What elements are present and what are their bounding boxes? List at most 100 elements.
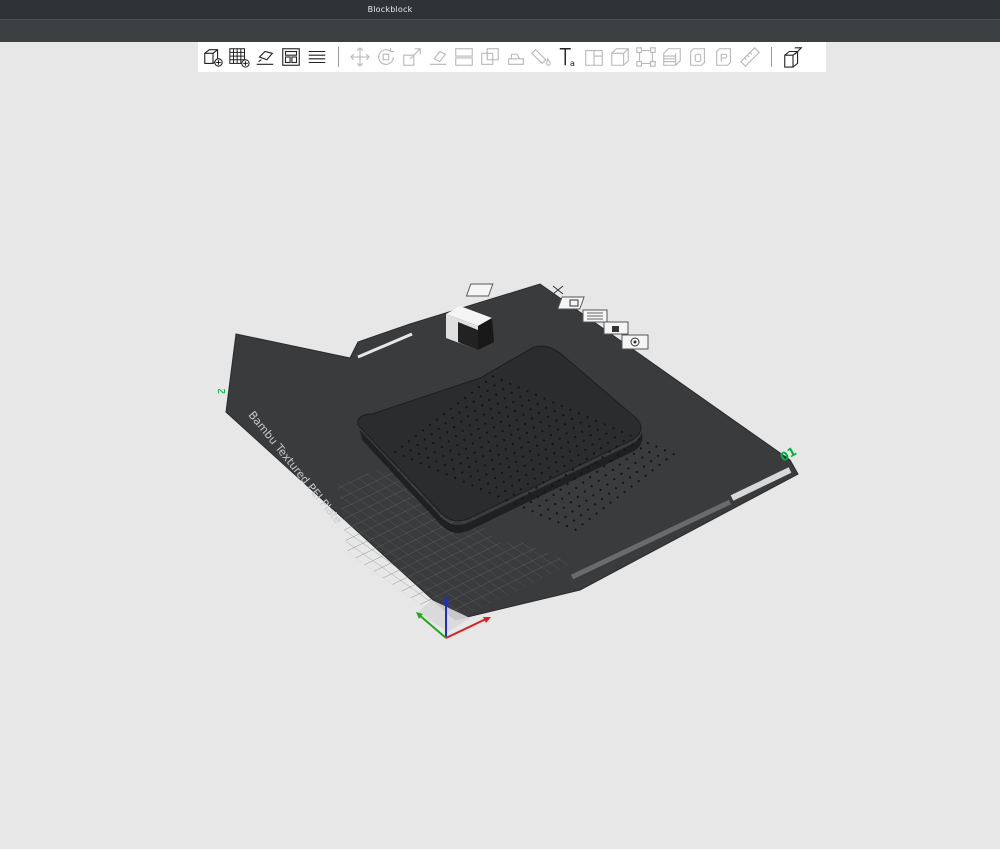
hole xyxy=(470,391,474,394)
hole xyxy=(665,458,668,461)
hole xyxy=(581,430,584,433)
plate-settings-icon[interactable] xyxy=(621,334,649,350)
hole xyxy=(566,483,569,486)
hole xyxy=(603,465,606,468)
boolean-button[interactable] xyxy=(478,44,503,70)
plate-lock-icon[interactable] xyxy=(603,321,629,335)
hole xyxy=(511,442,514,445)
hole xyxy=(484,422,487,425)
support-painting-button[interactable] xyxy=(504,44,529,70)
lay-on-face-button[interactable] xyxy=(426,44,451,70)
hole xyxy=(437,427,440,430)
hole xyxy=(485,473,488,476)
hole xyxy=(545,499,548,502)
ruler-button[interactable] xyxy=(738,44,763,70)
hole xyxy=(604,474,607,477)
hole xyxy=(562,506,565,509)
hole xyxy=(499,462,502,465)
rotate-icon xyxy=(378,47,395,65)
hole xyxy=(589,434,592,437)
hole xyxy=(435,460,438,463)
hole xyxy=(536,495,540,498)
hole xyxy=(481,404,484,407)
add-object-button[interactable] xyxy=(201,44,226,70)
hole xyxy=(599,488,602,491)
3d-viewport[interactable]: Bambu Textured PEI Plate ∿ 01 xyxy=(0,72,1000,849)
hole xyxy=(603,423,606,426)
hole xyxy=(444,422,447,425)
hole xyxy=(596,470,599,473)
text-button[interactable]: a xyxy=(556,44,581,70)
rotate-button[interactable] xyxy=(374,44,399,70)
hole xyxy=(532,426,535,429)
hole xyxy=(445,473,448,476)
scale-icon xyxy=(403,48,421,66)
move-button[interactable] xyxy=(348,44,373,70)
hole xyxy=(418,452,421,456)
hole xyxy=(581,523,584,526)
hole xyxy=(435,418,439,421)
hole xyxy=(551,443,554,446)
split-button[interactable] xyxy=(452,44,477,70)
hole xyxy=(485,431,489,434)
plate-arrange-icon[interactable] xyxy=(582,309,608,323)
assembly-button[interactable] xyxy=(634,44,659,70)
hole xyxy=(562,414,565,417)
hole xyxy=(597,479,600,482)
edit-export-button[interactable] xyxy=(781,44,806,70)
scale-button[interactable] xyxy=(400,44,425,70)
measure-icon xyxy=(611,48,629,66)
hole xyxy=(536,402,539,406)
hole xyxy=(590,485,593,488)
hole xyxy=(594,461,597,464)
hole xyxy=(456,402,460,405)
hole xyxy=(512,493,515,496)
hole xyxy=(642,465,646,468)
hole xyxy=(503,439,506,442)
hole xyxy=(638,438,641,441)
menu-bar xyxy=(0,19,1000,42)
hole xyxy=(447,440,450,443)
fuzzy-skin-button[interactable] xyxy=(712,44,737,70)
hole xyxy=(651,469,654,472)
hole xyxy=(499,420,503,423)
hole xyxy=(454,476,457,479)
hole xyxy=(514,460,518,464)
hole xyxy=(454,435,457,438)
hole xyxy=(672,453,675,456)
cut-button[interactable] xyxy=(582,44,607,70)
arrange-button[interactable] xyxy=(279,44,304,70)
seam-painting-button[interactable] xyxy=(686,44,711,70)
hole xyxy=(505,406,508,409)
auto-orient-button[interactable] xyxy=(253,44,278,70)
layers-button[interactable] xyxy=(305,44,330,70)
lay-on-face-icon xyxy=(429,50,447,65)
hole xyxy=(534,435,537,438)
hole xyxy=(617,454,620,457)
hole xyxy=(486,482,490,485)
variable-layer-button[interactable] xyxy=(660,44,685,70)
hole xyxy=(477,386,481,389)
plate-orient-icon[interactable] xyxy=(557,296,585,310)
color-painting-button[interactable] xyxy=(530,44,555,70)
text-icon: a xyxy=(559,48,575,68)
add-plate-button[interactable] xyxy=(227,44,252,70)
hole xyxy=(522,413,525,416)
hole xyxy=(624,449,627,452)
hole xyxy=(582,481,585,484)
hole xyxy=(494,435,497,438)
add-object-icon xyxy=(204,49,223,67)
hole xyxy=(572,426,575,429)
hole xyxy=(574,528,577,531)
hole xyxy=(598,437,601,441)
hole xyxy=(576,495,579,499)
hole xyxy=(646,441,649,445)
hole xyxy=(501,429,504,433)
hole xyxy=(471,484,474,487)
hole xyxy=(489,408,492,411)
toolbar-separator xyxy=(771,47,772,67)
hole xyxy=(512,400,515,404)
hole xyxy=(615,445,618,448)
hole xyxy=(558,437,561,440)
measure-button[interactable] xyxy=(608,44,633,70)
